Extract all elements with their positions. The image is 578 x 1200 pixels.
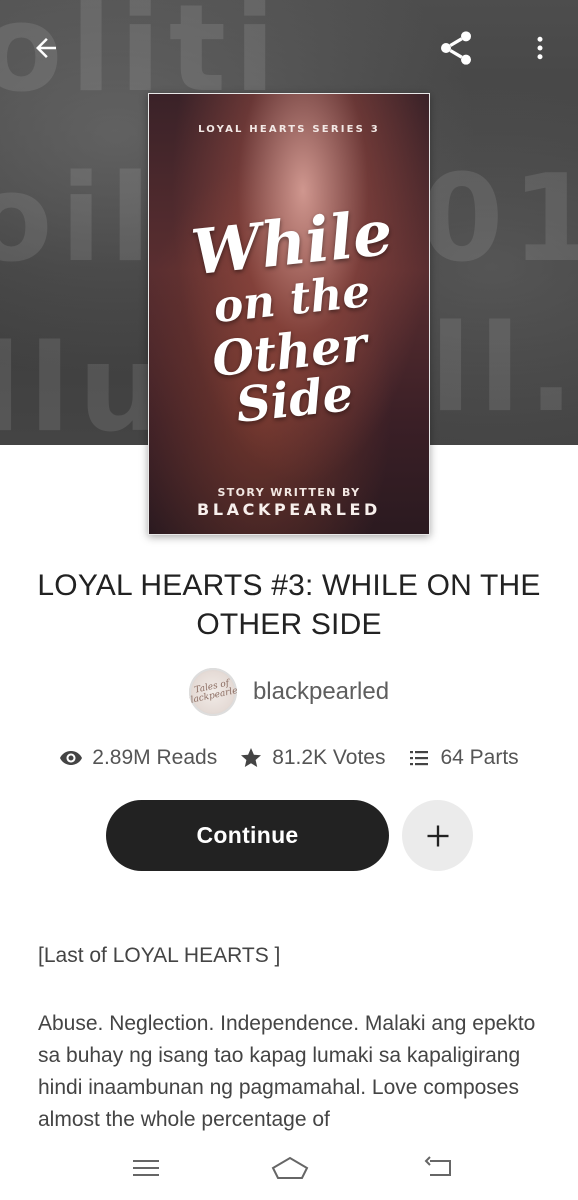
story-stats: 2.89M Reads 81.2K Votes 64 Parts [0,746,578,770]
reads-count: 2.89M Reads [92,746,218,769]
more-vertical-icon [537,36,543,60]
cover-series-label: LOYAL HEARTS SERIES 3 [198,124,380,135]
continue-button[interactable]: Continue [106,800,389,871]
share-button[interactable] [434,26,478,70]
more-options-button[interactable] [518,26,562,70]
description-heading: [Last of LOYAL HEARTS ] [38,944,281,967]
back-nav-button[interactable] [418,1150,462,1186]
home-icon [271,1156,309,1179]
avatar-text: Tales of Blackpearled [188,678,237,708]
parts-count: 64 Parts [440,746,519,769]
star-icon [241,748,262,767]
author-row[interactable]: Tales of Blackpearled blackpearled [0,668,578,716]
list-icon [410,751,429,766]
cover-title-line-3: Other Side [209,316,370,434]
system-navigation-bar [0,1140,578,1200]
recent-apps-button[interactable] [124,1150,168,1186]
home-button[interactable] [268,1150,312,1186]
author-name[interactable]: blackpearled [253,678,389,706]
votes-count: 81.2K Votes [272,746,386,769]
plus-icon [427,825,448,846]
cover-written-by: STORY WRITTEN BY [217,486,361,499]
avatar[interactable]: Tales of Blackpearled [188,668,237,716]
book-cover[interactable]: LOYAL HEARTS SERIES 3 While on the Other… [148,93,430,535]
menu-lines-icon [133,1160,159,1176]
description-body: Abuse. Neglection. Independence. Malaki … [38,1012,536,1131]
arrow-left-icon [36,38,56,58]
cover-author: BLACKPEARLED [197,500,381,519]
votes-stat: 81.2K Votes [239,746,385,770]
back-button[interactable] [24,26,68,70]
cover-title: While on the Other Side [167,196,417,434]
share-icon [441,31,471,65]
reads-stat: 2.89M Reads [59,746,217,770]
eye-icon [60,751,83,765]
parts-stat[interactable]: 64 Parts [407,746,519,770]
add-to-library-button[interactable] [402,800,473,871]
back-return-icon [424,1156,451,1176]
story-title: LOYAL HEARTS #3: WHILE ON THE OTHER SIDE [37,569,541,641]
